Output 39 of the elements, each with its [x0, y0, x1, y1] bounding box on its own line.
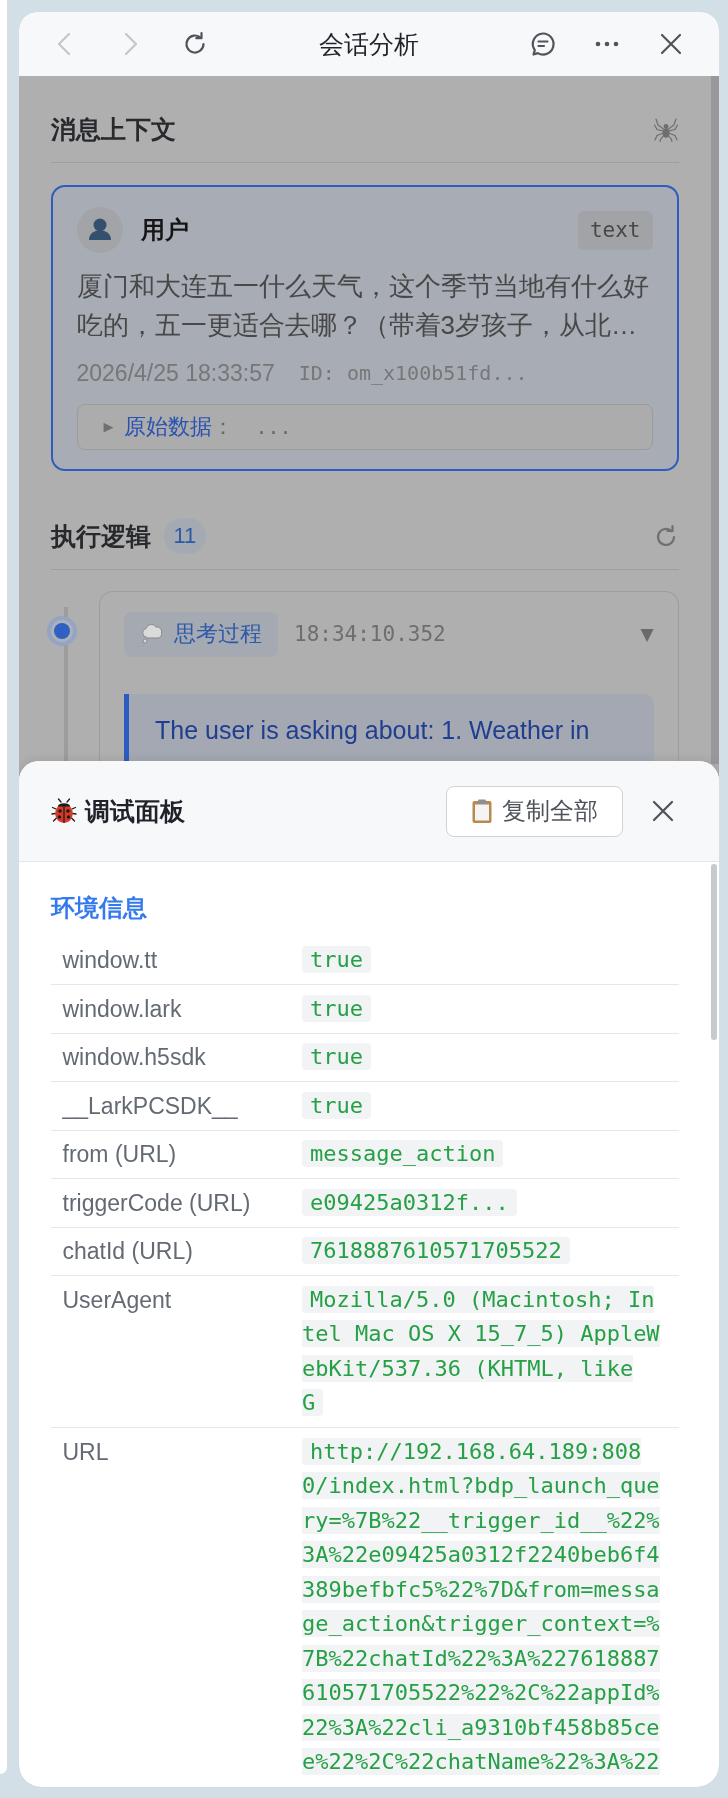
timeline-dot-icon	[47, 615, 77, 646]
info-value: true	[302, 1043, 371, 1071]
info-key: from (URL)	[62, 1141, 177, 1168]
avatar-icon	[76, 207, 123, 253]
window-title: 会话分析	[318, 29, 419, 60]
thought-bubble-icon	[139, 622, 165, 646]
info-value: true	[302, 946, 371, 974]
info-key: triggerCode (URL)	[62, 1190, 251, 1216]
section-title: 消息上下文	[50, 114, 176, 145]
info-key: chatId (URL)	[62, 1238, 193, 1265]
message-timestamp: 2026/4/25 18:33:57	[76, 359, 275, 388]
message-text: 厦门和大连五一什么天气，这个季节当地有什么好吃的，五一更适合去哪？（带着3岁孩子，从北…	[76, 269, 650, 342]
info-value: Mozilla/5.0 (Macintosh; Intel Mac OS X 15_7_5) AppleWebKit/537.36 (KHTML, like G	[302, 1284, 661, 1419]
info-value: e09425a0312f...	[302, 1189, 517, 1216]
info-key: __LarkPCSDK__	[62, 1093, 238, 1119]
thought-text: The user is asking about: 1. Weather in	[155, 715, 590, 744]
info-key: UserAgent	[62, 1287, 172, 1313]
copy-all-button[interactable]: 复制全部	[445, 785, 623, 837]
ladybug-icon	[50, 798, 77, 824]
info-key: window.lark	[62, 996, 182, 1022]
section-title: 环境信息	[50, 892, 148, 923]
toggle-caret[interactable]: ▼	[640, 624, 654, 644]
section-title: 执行逻辑	[50, 520, 151, 552]
step-time: 18:34:10.352	[294, 622, 446, 646]
info-key: URL	[62, 1439, 109, 1465]
count-badge: 11	[163, 517, 207, 554]
info-value: 7618887610571705522	[302, 1237, 570, 1265]
info-value: http://192.168.64.189:8080/index.html?bdp_launch_query=%7B%22__trigger_id__%22%3A%22e09425a0312f2240beb6f4389befbfc5%22%7D&from=message_action&trigger_context=%7B%22chatId%22%3A%227618887610571705522%22%2C%22appId%22%3A%22cli_a9310bf458b85cee%22%2C%22chatName%22%3A%22	[302, 1436, 661, 1778]
step-type-label: 思考过程	[174, 620, 262, 648]
raw-data-toggle[interactable]: ▶ 原始数据： ...	[76, 403, 653, 450]
panel-title: 调试面板	[84, 795, 185, 827]
info-key: window.tt	[62, 947, 158, 974]
info-value: true	[302, 1092, 371, 1119]
info-value: message_action	[302, 1140, 504, 1168]
info-key: window.h5sdk	[62, 1044, 206, 1071]
info-value: true	[302, 995, 371, 1022]
sender-name: 用户	[140, 215, 189, 245]
message-type-tag: text	[577, 210, 653, 250]
message-id: ID: om_x100b51fd...	[298, 360, 528, 387]
